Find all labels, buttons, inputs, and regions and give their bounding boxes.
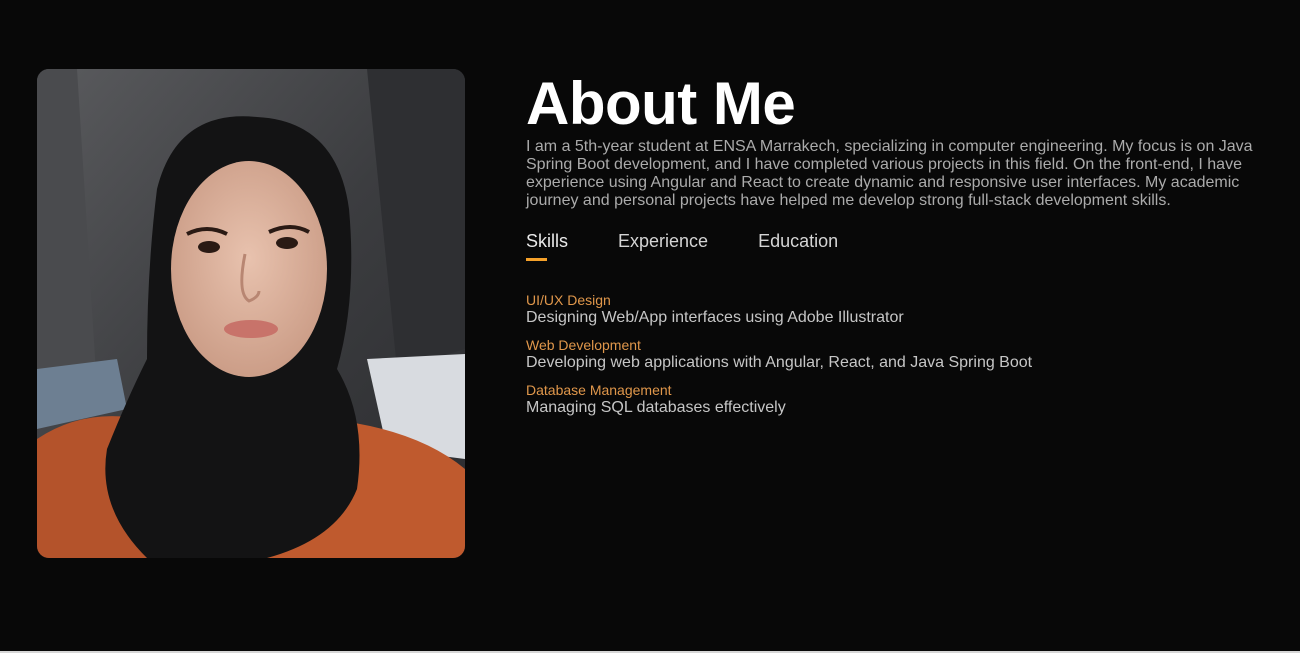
bio-paragraph: I am a 5th-year student at ENSA Marrakec… <box>526 138 1253 209</box>
skill-description: Designing Web/App interfaces using Adobe… <box>526 309 904 326</box>
skill-name: Web Development <box>526 337 641 353</box>
skill-name: Database Management <box>526 382 672 398</box>
tab-bar: Skills Experience Education <box>526 230 1266 261</box>
profile-photo <box>37 69 465 558</box>
skill-name: UI/UX Design <box>526 292 611 308</box>
tab-skills[interactable]: Skills <box>526 230 568 261</box>
skill-description: Managing SQL databases effectively <box>526 399 786 416</box>
tab-experience[interactable]: Experience <box>618 230 708 260</box>
list-item: UI/UX Design Designing Web/App interface… <box>526 292 1266 327</box>
skill-description: Developing web applications with Angular… <box>526 354 1033 371</box>
list-item: Database Management Managing SQL databas… <box>526 382 1266 417</box>
about-section: About Me I am a 5th-year student at ENSA… <box>0 0 1300 653</box>
about-content: About Me I am a 5th-year student at ENSA… <box>526 72 1266 427</box>
page-title: About Me <box>526 70 796 137</box>
tab-education[interactable]: Education <box>758 230 838 260</box>
list-item: Web Development Developing web applicati… <box>526 337 1266 372</box>
skills-list: UI/UX Design Designing Web/App interface… <box>526 292 1266 417</box>
